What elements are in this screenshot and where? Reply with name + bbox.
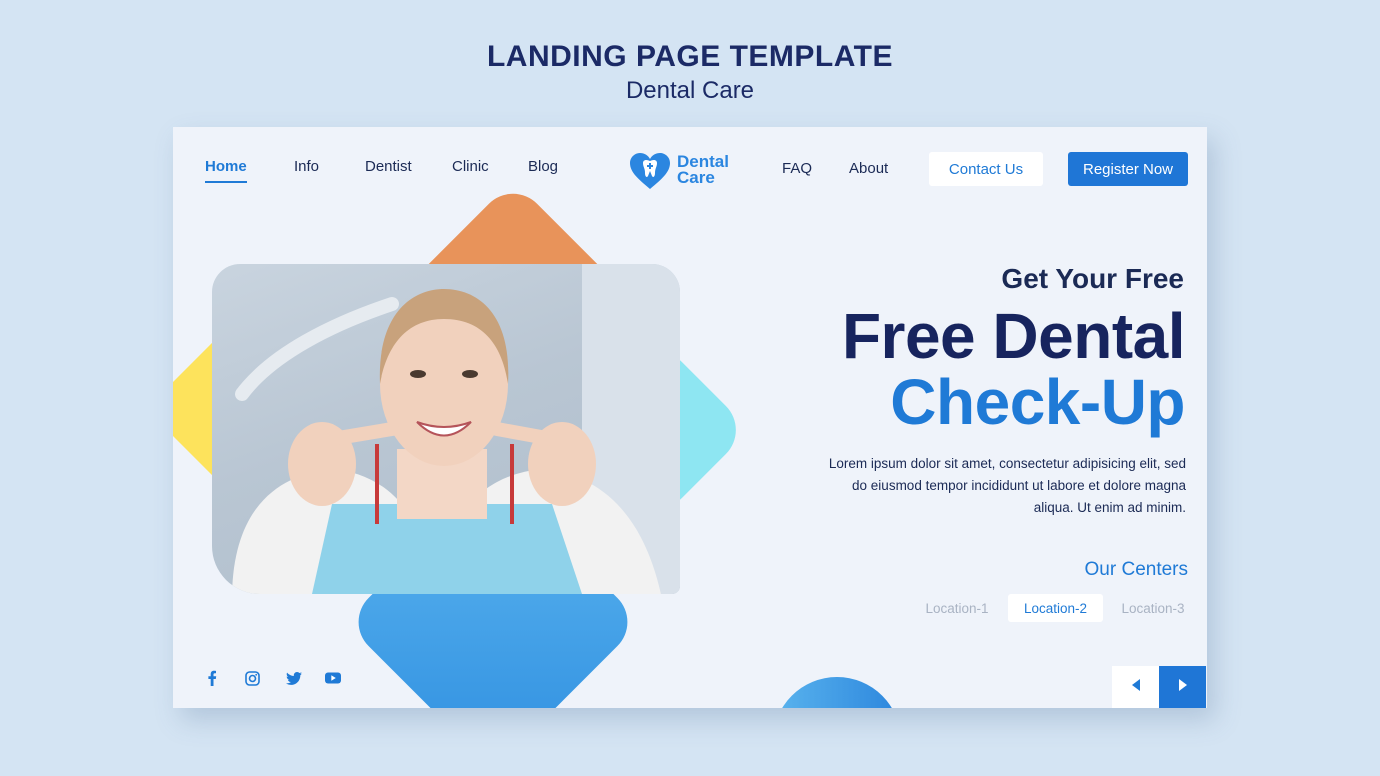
next-slide-button[interactable] [1159, 666, 1206, 708]
hero-description: Lorem ipsum dolor sit amet, consectetur … [828, 456, 1186, 515]
hero-title-line1: Free Dental [841, 300, 1186, 372]
nav-info[interactable]: Info [294, 158, 319, 181]
hero-photo [212, 264, 680, 594]
arrow-left-icon [1130, 678, 1142, 697]
instagram-icon[interactable] [242, 668, 262, 688]
blue-half-circle-shape [773, 677, 901, 708]
prev-slide-button[interactable] [1112, 666, 1159, 708]
heart-tooth-icon [628, 151, 672, 196]
location-tab-2[interactable]: Location-2 [1008, 594, 1103, 622]
location-tab-1[interactable]: Location-1 [917, 594, 997, 622]
register-now-button[interactable]: Register Now [1068, 152, 1188, 186]
twitter-icon[interactable] [284, 668, 304, 688]
hero-title-line2: Check-Up [890, 366, 1185, 438]
page-subtitle: Dental Care [625, 77, 755, 104]
nav-dentist[interactable]: Dentist [365, 158, 412, 181]
nav-blog[interactable]: Blog [528, 158, 558, 181]
nav-about[interactable]: About [849, 160, 888, 183]
logo-line2: Care [677, 168, 715, 187]
landing-card: Home Info Dentist Clinic Blog Dental Car… [173, 127, 1207, 708]
logo[interactable]: Dental Care [628, 151, 738, 191]
nav-faq[interactable]: FAQ [782, 160, 812, 183]
youtube-icon[interactable] [323, 668, 343, 688]
our-centers-heading: Our Centers [1084, 559, 1188, 580]
location-tab-3[interactable]: Location-3 [1113, 594, 1193, 622]
facebook-icon[interactable] [202, 668, 222, 688]
page-title: LANDING PAGE TEMPLATE [486, 40, 894, 73]
nav-clinic[interactable]: Clinic [452, 158, 489, 181]
contact-us-button[interactable]: Contact Us [929, 152, 1043, 186]
nav-home[interactable]: Home [205, 158, 247, 183]
arrow-right-icon [1177, 678, 1189, 697]
hero-kicker: Get Your Free [1001, 263, 1184, 294]
